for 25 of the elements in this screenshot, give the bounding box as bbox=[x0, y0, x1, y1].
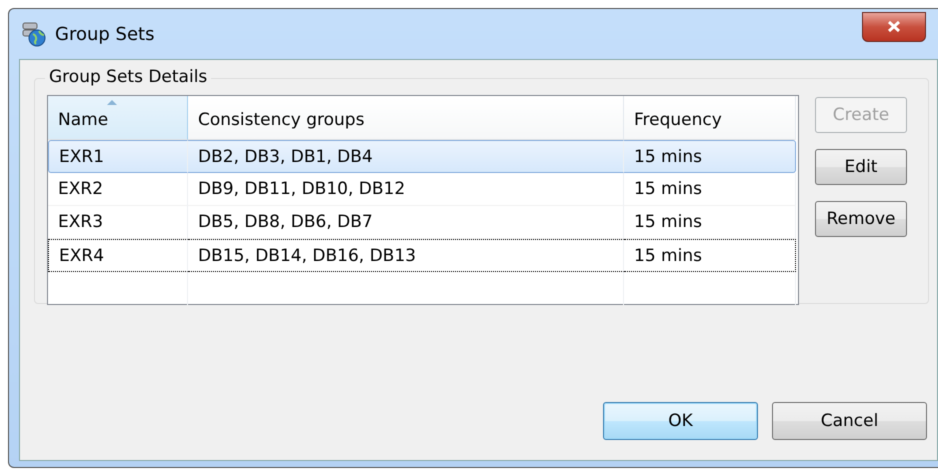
table-cell[interactable]: 15 mins bbox=[624, 206, 796, 239]
sort-ascending-icon bbox=[106, 99, 118, 106]
close-button[interactable] bbox=[862, 12, 926, 42]
table-cell[interactable]: DB15, DB14, DB16, DB13 bbox=[188, 239, 624, 272]
table-cell[interactable]: 15 mins bbox=[624, 173, 796, 206]
table-cell[interactable]: DB9, DB11, DB10, DB12 bbox=[188, 173, 624, 206]
edit-button[interactable]: Edit bbox=[815, 149, 907, 185]
remove-button[interactable]: Remove bbox=[815, 201, 907, 237]
table-cell[interactable]: EXR4 bbox=[48, 239, 188, 272]
table-cell[interactable]: EXR3 bbox=[48, 206, 188, 239]
globe-server-icon bbox=[21, 21, 47, 47]
table-cell[interactable]: EXR1 bbox=[48, 140, 188, 173]
cancel-button[interactable]: Cancel bbox=[772, 402, 927, 440]
table-cell[interactable]: EXR2 bbox=[48, 173, 188, 206]
column-header[interactable]: Name bbox=[48, 96, 188, 140]
column-header[interactable]: Consistency groups bbox=[188, 96, 624, 140]
table-cell[interactable]: 15 mins bbox=[624, 239, 796, 272]
window-title: Group Sets bbox=[55, 24, 154, 44]
group-title: Group Sets Details bbox=[45, 67, 212, 87]
ok-button[interactable]: OK bbox=[603, 402, 758, 440]
table-cell[interactable]: 15 mins bbox=[624, 140, 796, 173]
close-icon bbox=[887, 20, 901, 32]
column-header[interactable]: Frequency bbox=[624, 96, 796, 140]
table-cell[interactable]: DB2, DB3, DB1, DB4 bbox=[188, 140, 624, 173]
table-cell[interactable]: DB5, DB8, DB6, DB7 bbox=[188, 206, 624, 239]
